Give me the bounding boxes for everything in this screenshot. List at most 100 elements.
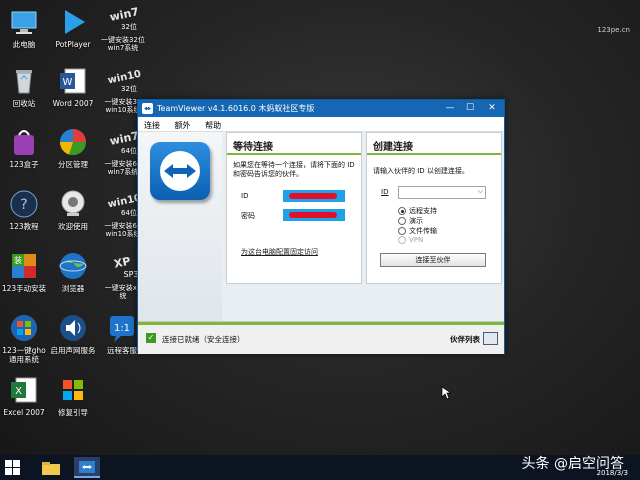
radio-dot bbox=[398, 207, 406, 215]
logo-area bbox=[138, 132, 222, 321]
password-label: 密码 bbox=[241, 212, 255, 220]
folder-icon bbox=[42, 462, 60, 475]
mouse-cursor-icon bbox=[441, 386, 451, 400]
svg-text:32位: 32位 bbox=[121, 84, 137, 93]
clock-date: 2018/3/3 bbox=[596, 469, 628, 477]
radio-presentation[interactable]: 演示 bbox=[398, 216, 423, 226]
menu-extras[interactable]: 额外 bbox=[175, 120, 191, 131]
partner-id-input[interactable]: ⌵ bbox=[398, 186, 486, 199]
create-connection-panel: 创建连接 请输入伙伴的 ID 以创建连接。 ID ⌵ 远程支持 演示 文件传输 … bbox=[366, 132, 502, 284]
status-text: 连接已就绪（安全连接） bbox=[162, 335, 245, 344]
svg-text:1:1: 1:1 bbox=[114, 323, 130, 334]
svg-text:64位: 64位 bbox=[121, 146, 137, 155]
svg-text:?: ? bbox=[20, 197, 27, 213]
taskbar-teamviewer[interactable] bbox=[74, 457, 100, 478]
wait-connection-panel: 等待连接 如果您在等待一个连接，请将下面的 ID 和密码告诉您的伙伴。 ID 密… bbox=[226, 132, 362, 284]
desktop-icon-repair-boot[interactable]: 修复引导 bbox=[45, 374, 101, 417]
id-label: ID bbox=[241, 192, 249, 200]
word-icon: W bbox=[57, 65, 89, 97]
title-bar[interactable]: TeamViewer v4.1.6016.0 木蚂蚁社区专版 — ☐ ✕ bbox=[138, 100, 504, 117]
menu-bar: 连接 额外 帮助 bbox=[138, 117, 504, 132]
monitor-icon bbox=[8, 6, 40, 38]
panel-description: 如果您在等待一个连接，请将下面的 ID 和密码告诉您的伙伴。 bbox=[233, 161, 355, 178]
icon-label: Word 2007 bbox=[52, 99, 94, 108]
icon-label: 分区管理 bbox=[58, 160, 88, 169]
panel-heading: 等待连接 bbox=[233, 142, 273, 153]
svg-text:32位: 32位 bbox=[121, 22, 137, 31]
pie-chart-icon bbox=[57, 126, 89, 158]
maximize-icon[interactable]: ☐ bbox=[460, 101, 480, 116]
taskbar: 头条 @启空问答 2018/3/3 bbox=[0, 455, 640, 480]
svg-text:XP: XP bbox=[113, 254, 132, 270]
windows-start-icon[interactable] bbox=[4, 459, 21, 476]
id-value-field[interactable] bbox=[283, 190, 345, 202]
menu-help[interactable]: 帮助 bbox=[205, 120, 221, 131]
desktop-icon-browser[interactable]: 浏览器 bbox=[45, 250, 101, 293]
teamviewer-icon bbox=[142, 103, 153, 114]
svg-text:64位: 64位 bbox=[121, 208, 137, 217]
fixed-access-link[interactable]: 为这台电脑配置固定访问 bbox=[241, 247, 318, 257]
globe-icon bbox=[57, 250, 89, 282]
status-bar: ✓ 连接已就绪（安全连接） 伙伴列表 bbox=[138, 321, 504, 354]
help-icon: ? bbox=[8, 188, 40, 220]
teamviewer-window[interactable]: TeamViewer v4.1.6016.0 木蚂蚁社区专版 — ☐ ✕ 连接 … bbox=[137, 99, 505, 354]
status-divider bbox=[138, 322, 504, 325]
watermark-text: 123pe.cn bbox=[597, 26, 630, 34]
teamviewer-logo-icon bbox=[150, 142, 210, 200]
radio-label: 演示 bbox=[409, 217, 423, 225]
svg-text:win10: win10 bbox=[107, 69, 142, 87]
radio-label: 远程支持 bbox=[409, 207, 437, 215]
svg-text:win7: win7 bbox=[109, 5, 140, 24]
radio-remote-support[interactable]: 远程支持 bbox=[398, 206, 437, 216]
radio-label: VPN bbox=[409, 236, 424, 244]
radio-vpn: VPN bbox=[398, 236, 423, 244]
divider bbox=[367, 153, 501, 155]
partner-list-icon[interactable] bbox=[483, 332, 498, 345]
icon-label: 一键安装32位 win7系统 bbox=[101, 36, 145, 52]
webcam-icon bbox=[57, 188, 89, 220]
desktop-icon-potplayer[interactable]: PotPlayer bbox=[45, 6, 101, 49]
shopping-bag-icon bbox=[8, 126, 40, 158]
icon-label: 修复引导 bbox=[58, 408, 88, 417]
teamviewer-icon bbox=[79, 461, 95, 473]
svg-text:win7: win7 bbox=[109, 129, 140, 148]
excel-icon: X bbox=[8, 374, 40, 406]
taskbar-file-explorer[interactable] bbox=[38, 457, 64, 478]
svg-text:X: X bbox=[15, 386, 22, 397]
window-title: TeamViewer v4.1.6016.0 木蚂蚁社区专版 bbox=[157, 104, 315, 113]
panel-description: 请输入伙伴的 ID 以创建连接。 bbox=[373, 167, 469, 175]
desktop-icon-enable-sound[interactable]: 启用声网服务 bbox=[45, 312, 101, 355]
partner-list-button[interactable]: 伙伴列表 bbox=[450, 334, 480, 345]
recycle-bin-icon bbox=[8, 65, 40, 97]
svg-text:装: 装 bbox=[14, 255, 22, 265]
radio-dot bbox=[398, 227, 406, 235]
icon-label: 浏览器 bbox=[61, 284, 85, 293]
win7-install-icon: win7 32位 bbox=[103, 4, 143, 36]
icon-label: PotPlayer bbox=[55, 40, 91, 49]
divider bbox=[227, 153, 361, 155]
radio-dot bbox=[398, 217, 406, 225]
desktop-icon-partition-manager[interactable]: 分区管理 bbox=[45, 126, 101, 169]
close-icon[interactable]: ✕ bbox=[482, 101, 502, 116]
windows-flag-icon bbox=[57, 374, 89, 406]
icon-label: 欢迎使用 bbox=[58, 222, 88, 231]
icon-label: 启用声网服务 bbox=[50, 346, 96, 355]
chevron-down-icon[interactable]: ⌵ bbox=[478, 187, 483, 196]
check-icon: ✓ bbox=[146, 333, 156, 343]
windows-logo-icon bbox=[8, 312, 40, 344]
minimize-icon[interactable]: — bbox=[440, 101, 460, 116]
partner-id-label: ID bbox=[381, 188, 389, 196]
sound-icon bbox=[57, 312, 89, 344]
connect-to-partner-button[interactable]: 连接至伙伴 bbox=[380, 253, 486, 267]
desktop-icon-welcome[interactable]: 欢迎使用 bbox=[45, 188, 101, 231]
play-icon bbox=[57, 6, 89, 38]
chat-bubble-icon: 1:1 bbox=[106, 312, 138, 344]
password-value-field[interactable] bbox=[283, 209, 345, 221]
radio-label: 文件传输 bbox=[409, 227, 437, 235]
install-icon: 装 bbox=[8, 250, 40, 282]
desktop-icon-install-win7-32[interactable]: win7 32位 一键安装32位 win7系统 bbox=[98, 4, 148, 52]
radio-dot bbox=[398, 236, 406, 244]
menu-connection[interactable]: 连接 bbox=[144, 120, 160, 131]
radio-file-transfer[interactable]: 文件传输 bbox=[398, 226, 437, 236]
desktop-icon-word-2007[interactable]: W Word 2007 bbox=[45, 65, 101, 108]
